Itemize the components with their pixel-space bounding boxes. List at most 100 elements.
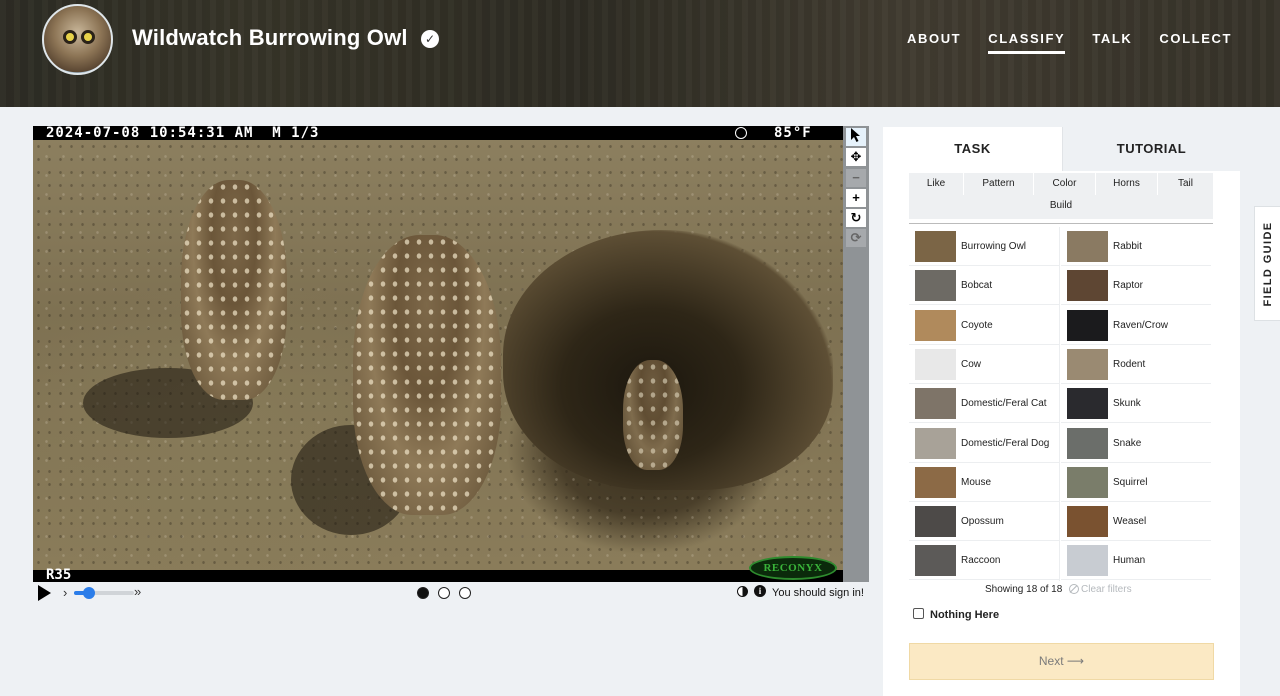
project-avatar[interactable] — [42, 4, 113, 75]
field-guide-tab[interactable]: FIELD GUIDE — [1254, 206, 1280, 321]
field-guide-label: FIELD GUIDE — [1261, 220, 1274, 307]
choice-label: Domestic/Feral Cat — [961, 398, 1047, 410]
choice-item[interactable]: Rodent — [1061, 345, 1211, 384]
choice-label: Rabbit — [1113, 241, 1142, 252]
choice-item[interactable]: Coyote — [909, 306, 1059, 345]
choice-label: Mouse — [961, 476, 992, 488]
pointer-icon[interactable] — [846, 128, 866, 146]
invert-icon[interactable] — [737, 586, 748, 597]
rotate-icon[interactable]: ↻ — [846, 209, 866, 227]
next-button[interactable]: Next ⟶ — [909, 643, 1214, 680]
nav-about[interactable]: ABOUT — [907, 31, 961, 54]
filter-color[interactable]: Color — [1034, 173, 1096, 195]
faster-icon[interactable]: » — [134, 584, 141, 599]
nav-classify[interactable]: CLASSIFY — [988, 31, 1066, 54]
filter-pattern[interactable]: Pattern — [964, 173, 1034, 195]
choice-item[interactable]: Rabbit — [1061, 227, 1211, 266]
choice-label: Burrowing Owl — [961, 241, 1027, 252]
subject-viewer: 2024-07-08 10:54:31 AM M 1/3 85°F R35 RE… — [33, 126, 869, 583]
choice-label: Skunk — [1113, 398, 1141, 410]
choice-item[interactable]: Domestic/Feral Dog — [909, 424, 1059, 463]
image-toolbar: ✥ − + ↻ ⟳ — [843, 126, 869, 582]
choice-label: Bobcat — [961, 280, 993, 292]
choice-thumbnail — [1067, 388, 1108, 420]
choice-item[interactable]: Mouse — [909, 463, 1059, 502]
task-panel: TASK TUTORIAL Like Pattern Color Horns T… — [883, 127, 1240, 696]
camera-temperature: 85°F — [774, 125, 812, 141]
choice-item[interactable]: Domestic/Feral Cat — [909, 384, 1059, 424]
reset-icon[interactable]: ⟳ — [846, 229, 866, 247]
filter-tail[interactable]: Tail — [1158, 173, 1213, 195]
camera-timestamp: 2024-07-08 10:54:31 AM M 1/3 — [46, 125, 320, 141]
choice-item[interactable]: Bobcat — [909, 266, 1059, 306]
choice-thumbnail — [1067, 270, 1108, 302]
choice-item[interactable]: Raptor — [1061, 266, 1211, 306]
choice-thumbnail — [1067, 348, 1108, 380]
column-divider — [1059, 227, 1060, 581]
nav-collect[interactable]: COLLECT — [1159, 31, 1232, 54]
showing-count: Showing 18 of 18 — [985, 584, 1063, 595]
choice-item[interactable]: Squirrel — [1061, 463, 1211, 502]
choice-thumbnail — [1067, 427, 1108, 459]
clear-filters-icon — [1069, 584, 1079, 594]
camera-id: R35 — [46, 567, 72, 583]
nothing-here-checkbox[interactable] — [913, 608, 924, 619]
choice-item[interactable]: Human — [1061, 541, 1211, 581]
move-icon[interactable]: ✥ — [846, 148, 866, 166]
play-icon[interactable] — [38, 585, 51, 601]
zoom-in-icon[interactable]: + — [846, 189, 866, 207]
choice-item[interactable]: Burrowing Owl — [909, 227, 1059, 266]
owl-figure — [353, 235, 501, 515]
speed-thumb[interactable] — [83, 587, 95, 599]
clear-filters-button[interactable]: Clear filters — [1081, 584, 1132, 595]
choice-label: Opossum — [961, 516, 1004, 528]
verified-icon: ✓ — [421, 30, 439, 48]
filters-divider — [909, 223, 1213, 224]
choice-item[interactable]: Raccoon — [909, 541, 1059, 581]
tab-task[interactable]: TASK — [883, 127, 1062, 171]
choice-item[interactable]: Raven/Crow — [1061, 306, 1211, 345]
choice-label: Snake — [1113, 437, 1142, 449]
choice-item[interactable]: Cow — [909, 345, 1059, 384]
choice-label: Cow — [961, 358, 982, 370]
choice-label: Raptor — [1113, 280, 1144, 292]
moon-phase-icon — [735, 127, 747, 139]
filter-horns[interactable]: Horns — [1096, 173, 1158, 195]
project-nav: ABOUT CLASSIFY TALK COLLECT — [907, 31, 1232, 54]
frame-dot[interactable] — [459, 587, 471, 599]
choice-thumbnail — [1067, 545, 1108, 577]
row-separator — [909, 579, 1059, 581]
nothing-here-label[interactable]: Nothing Here — [930, 609, 999, 621]
info-icon[interactable]: i — [754, 585, 766, 597]
project-title[interactable]: Wildwatch Burrowing Owl — [132, 25, 408, 51]
camera-info-bar: 2024-07-08 10:54:31 AM M 1/3 85°F — [33, 126, 843, 140]
filter-build[interactable]: Build — [909, 195, 1213, 217]
tab-tutorial[interactable]: TUTORIAL — [1062, 127, 1240, 171]
project-header: Wildwatch Burrowing Owl ✓ ABOUT CLASSIFY… — [0, 0, 1280, 107]
choice-label: Squirrel — [1113, 476, 1148, 488]
filter-like[interactable]: Like — [909, 173, 964, 195]
choice-thumbnail — [915, 348, 956, 380]
frame-dot[interactable] — [438, 587, 450, 599]
frame-dot[interactable] — [417, 587, 429, 599]
choice-item[interactable]: Skunk — [1061, 384, 1211, 424]
nav-talk[interactable]: TALK — [1092, 31, 1132, 54]
owl-eye-left — [63, 30, 77, 44]
choice-item[interactable]: Snake — [1061, 424, 1211, 463]
playback-speed-slider[interactable] — [74, 587, 134, 599]
choice-item[interactable]: Weasel — [1061, 502, 1211, 542]
choice-thumbnail — [915, 309, 956, 341]
choice-thumbnail — [915, 231, 956, 262]
subject-image[interactable] — [33, 140, 843, 570]
owl-eye-right — [81, 30, 95, 44]
choice-thumbnail — [915, 506, 956, 538]
slower-icon[interactable]: › — [63, 585, 67, 600]
choice-item[interactable]: Opossum — [909, 502, 1059, 542]
choice-label: Rodent — [1113, 358, 1146, 370]
zoom-out-icon[interactable]: − — [846, 169, 866, 187]
choice-label: Raccoon — [961, 555, 1001, 567]
owl-figure — [181, 180, 287, 400]
sign-in-message[interactable]: You should sign in! — [772, 587, 864, 599]
choice-thumbnail — [915, 545, 956, 577]
owl-figure — [623, 360, 683, 470]
